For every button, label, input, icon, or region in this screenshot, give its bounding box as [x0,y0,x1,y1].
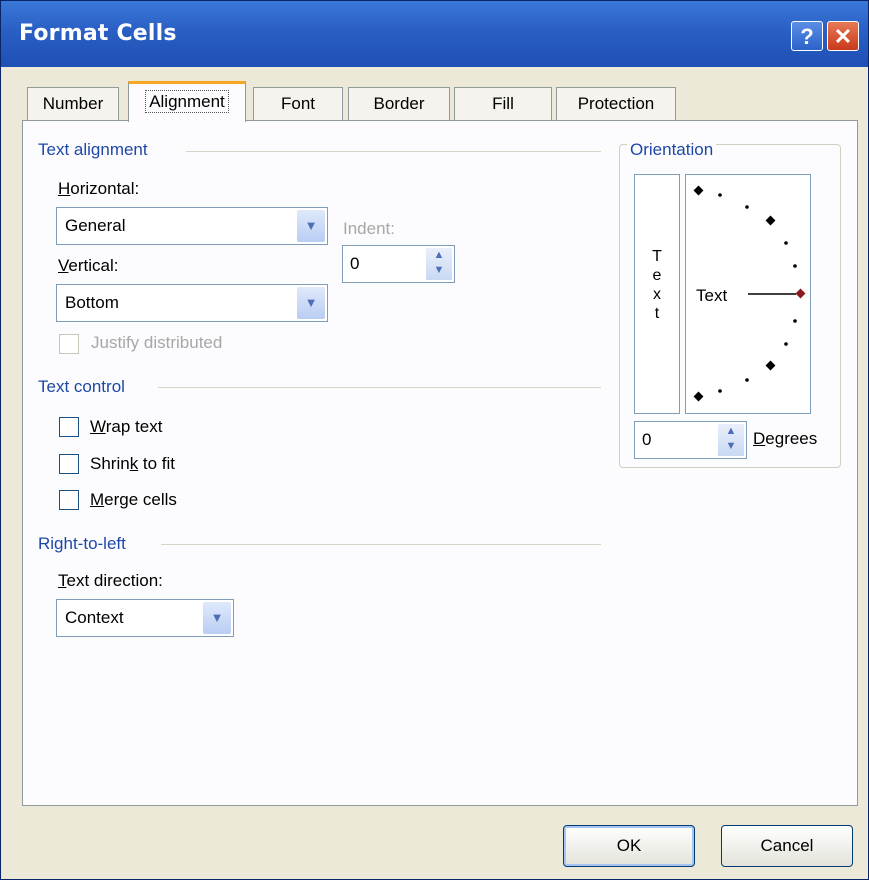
tab-font[interactable]: Font [253,87,343,121]
vertical-text-label: T e x t [652,248,662,322]
chevron-down-icon[interactable]: ▼ [297,210,325,242]
vertical-select[interactable]: Bottom ▼ [56,284,328,322]
dial-text: Text [696,286,727,305]
dial-dot [745,205,749,209]
dial-dot [784,241,788,245]
group-divider [161,544,601,545]
dial-dot [793,264,797,268]
close-icon[interactable]: ✕ [827,21,859,51]
indent-value: 0 [350,254,360,273]
vertical-value: Bottom [65,293,119,312]
text-control-group-label: Text control [38,377,125,396]
group-divider [186,151,601,152]
text-alignment-group-label: Text alignment [38,140,148,159]
indent-spinner[interactable]: 0 ▲ ▼ [342,245,455,283]
dialog-title: Format Cells [19,21,177,46]
indent-label: Indent: [343,219,395,238]
degrees-value: 0 [642,430,652,449]
dial-dot [784,342,788,346]
cancel-button[interactable]: Cancel [721,825,853,867]
dial-dot [718,193,722,197]
group-divider [158,387,601,388]
horizontal-label: Horizontal: [58,179,140,198]
spin-up-down-icon[interactable]: ▲ ▼ [718,424,744,456]
justify-distributed-label: Justify distributed [91,333,223,352]
dial-marker [765,215,776,226]
merge-cells-label: Merge cells [90,490,177,509]
vertical-label: Vertical: [58,256,119,275]
shrink-to-fit-label: Shrink to fit [90,454,176,473]
dial-dot [718,389,722,393]
dial-marker [693,185,704,196]
dial-marker [765,360,776,371]
degrees-spinner[interactable]: 0 ▲ ▼ [634,421,747,459]
dial-dot [793,319,797,323]
orientation-dial-graphic: Text [693,185,806,402]
dial-handle [795,288,806,299]
horizontal-value: General [65,216,126,235]
right-to-left-group-label: Right-to-left [38,534,126,553]
orientation-dial[interactable]: Text [685,174,811,414]
chevron-down-icon[interactable]: ▼ [203,602,231,634]
wrap-text-checkbox[interactable] [59,417,79,437]
format-cells-dialog: Format Cells ? ✕ Number Alignment Font B… [0,0,869,880]
dial-marker [693,391,704,402]
tab-number[interactable]: Number [27,87,119,121]
orientation-group-label: Orientation [627,140,717,160]
tab-border[interactable]: Border [348,87,450,121]
wrap-text-label: Wrap text [90,417,163,436]
degrees-label: Degrees [753,429,818,448]
text-direction-value: Context [65,608,124,627]
chevron-down-icon[interactable]: ▼ [297,287,325,319]
justify-distributed-checkbox[interactable] [59,334,79,354]
vertical-text-button[interactable]: T e x t [634,174,680,414]
text-direction-select[interactable]: Context ▼ [56,599,234,637]
tab-fill[interactable]: Fill [454,87,552,121]
tab-alignment[interactable]: Alignment [128,81,246,122]
merge-cells-checkbox[interactable] [59,490,79,510]
horizontal-select[interactable]: General ▼ [56,207,328,245]
title-bar[interactable]: Format Cells ? ✕ [1,1,868,67]
ok-button[interactable]: OK [563,825,695,867]
tab-protection[interactable]: Protection [556,87,676,121]
spin-up-down-icon[interactable]: ▲ ▼ [426,248,452,280]
help-icon[interactable]: ? [791,21,823,51]
dial-dot [745,378,749,382]
text-direction-label: Text direction: [58,571,163,590]
shrink-to-fit-checkbox[interactable] [59,454,79,474]
